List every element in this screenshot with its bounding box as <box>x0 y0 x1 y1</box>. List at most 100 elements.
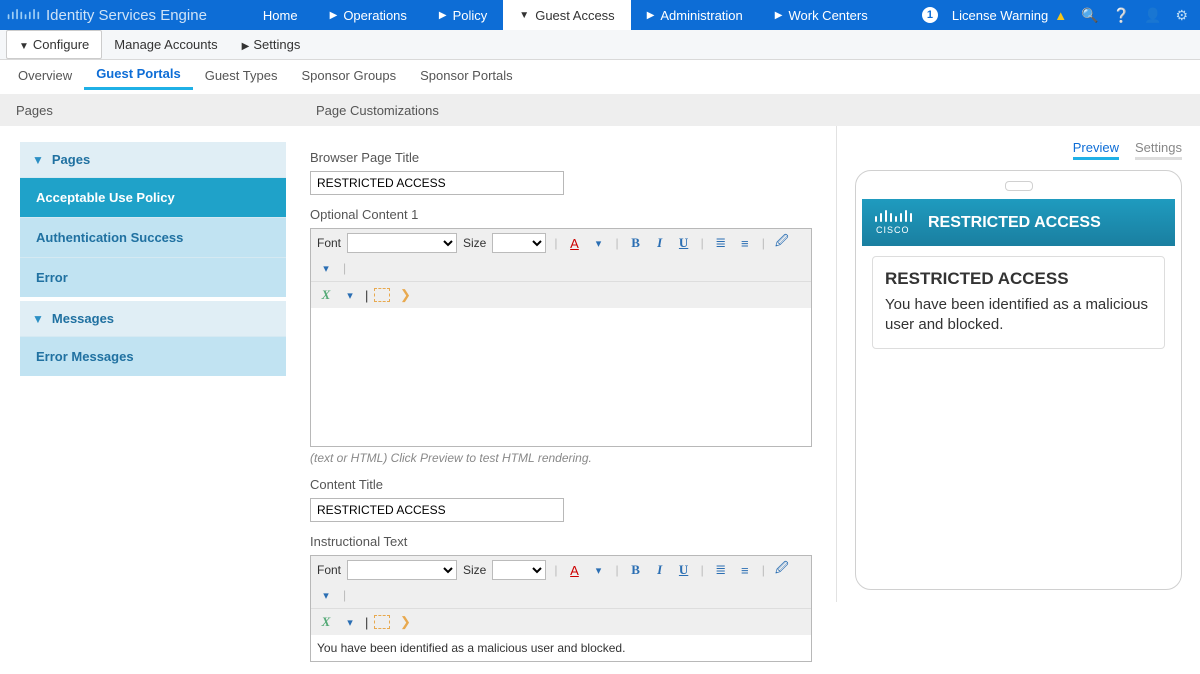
fullscreen-icon[interactable] <box>374 615 390 629</box>
editor-optional-content-1: Font Size | A▾ | B I U | ≣ ≡ | 🖉▾ | X▾ | <box>310 228 812 447</box>
label-font: Font <box>317 563 341 577</box>
hint-optional-1: (text or HTML) Click Preview to test HTM… <box>310 451 812 465</box>
editor-toolbar-2: X▾ | ❯ <box>311 281 811 308</box>
preview-pane: Preview Settings CISCO R <box>836 126 1200 602</box>
clear-format-icon[interactable]: X <box>317 613 335 631</box>
subnav-primary: ▼Configure Manage Accounts ▶Settings <box>0 30 1200 60</box>
link-icon[interactable]: 🖉 <box>773 561 791 579</box>
preview-card-title: RESTRICTED ACCESS <box>885 269 1152 289</box>
tab-guest-portals[interactable]: Guest Portals <box>84 60 193 90</box>
preview-card-body: You have been identified as a malicious … <box>885 295 1152 336</box>
caret-down-icon[interactable]: ▾ <box>341 286 359 304</box>
customization-form: Browser Page Title Optional Content 1 Fo… <box>286 126 836 674</box>
preview-card: RESTRICTED ACCESS You have been identifi… <box>872 256 1165 349</box>
select-size[interactable] <box>492 233 546 253</box>
nav-home[interactable]: Home <box>247 0 314 30</box>
caret-down-icon[interactable]: ▾ <box>341 613 359 631</box>
search-icon[interactable]: 🔍 <box>1081 7 1098 24</box>
caret-right-icon: ▶ <box>330 10 338 21</box>
unordered-list-icon[interactable]: ≣ <box>712 234 730 252</box>
help-icon[interactable]: ❔ <box>1113 7 1130 24</box>
editor-instructional-text: Font Size | A▾ | B I U | ≣ ≡ | 🖉▾ | X▾ | <box>310 555 812 662</box>
app-title: Identity Services Engine <box>46 7 207 24</box>
text-color-icon[interactable]: A <box>565 561 583 579</box>
nav-policy[interactable]: ▶Policy <box>423 0 503 30</box>
nav-guest-access[interactable]: ▼Guest Access <box>503 0 630 30</box>
clear-format-icon[interactable]: X <box>317 286 335 304</box>
italic-icon[interactable]: I <box>651 561 669 579</box>
subnav-secondary: Overview Guest Portals Guest Types Spons… <box>0 60 1200 90</box>
input-browser-title[interactable] <box>310 171 564 195</box>
subnav-configure[interactable]: ▼Configure <box>6 30 102 59</box>
label-browser-title: Browser Page Title <box>310 150 812 165</box>
select-font[interactable] <box>347 560 457 580</box>
license-warning[interactable]: License Warning▲ <box>952 8 1067 23</box>
subnav-settings[interactable]: ▶Settings <box>230 31 313 58</box>
tab-guest-types[interactable]: Guest Types <box>193 62 290 89</box>
label-size: Size <box>463 236 486 250</box>
left-sidebar: ▼Pages Acceptable Use Policy Authenticat… <box>0 126 286 392</box>
cisco-logo: CISCO <box>872 207 918 238</box>
nav-administration[interactable]: ▶Administration <box>631 0 759 30</box>
preview-banner-text: RESTRICTED ACCESS <box>928 214 1101 232</box>
fullscreen-icon[interactable] <box>374 288 390 302</box>
notification-badge[interactable]: 1 <box>922 7 938 23</box>
group-pages[interactable]: ▼Pages <box>20 142 286 177</box>
caret-right-icon: ▶ <box>775 10 783 21</box>
section-header-row: Pages Page Customizations <box>0 94 1200 126</box>
page-item-error-messages[interactable]: Error Messages <box>20 336 286 376</box>
page-item-authentication-success[interactable]: Authentication Success <box>20 217 286 257</box>
caret-down-icon[interactable]: ▾ <box>317 259 335 277</box>
select-size[interactable] <box>492 560 546 580</box>
bold-icon[interactable]: B <box>627 234 645 252</box>
phone-frame: CISCO RESTRICTED ACCESS RESTRICTED ACCES… <box>855 170 1182 590</box>
nav-work-centers[interactable]: ▶Work Centers <box>759 0 884 30</box>
caret-down-icon[interactable]: ▾ <box>589 234 607 252</box>
svg-text:CISCO: CISCO <box>876 225 910 235</box>
label-instructional-text: Instructional Text <box>310 534 812 549</box>
chevron-down-icon: ▼ <box>32 153 44 167</box>
subnav-manage-accounts[interactable]: Manage Accounts <box>102 31 229 58</box>
input-content-title[interactable] <box>310 498 564 522</box>
editor-body-optional-1[interactable] <box>311 308 811 446</box>
caret-down-icon: ▼ <box>19 41 29 52</box>
unordered-list-icon[interactable]: ≣ <box>712 561 730 579</box>
cisco-logo <box>6 5 40 25</box>
select-font[interactable] <box>347 233 457 253</box>
source-icon[interactable]: ❯ <box>396 286 414 304</box>
preview-tab-preview[interactable]: Preview <box>1073 140 1119 160</box>
editor-toolbar: Font Size | A▾ | B I U | ≣ ≡ | 🖉▾ | <box>311 556 811 608</box>
group-messages[interactable]: ▼Messages <box>20 301 286 336</box>
ordered-list-icon[interactable]: ≡ <box>736 234 754 252</box>
italic-icon[interactable]: I <box>651 234 669 252</box>
section-header-pages: Pages <box>0 103 300 118</box>
preview-tab-settings[interactable]: Settings <box>1135 140 1182 160</box>
page-item-error[interactable]: Error <box>20 257 286 297</box>
gear-icon[interactable]: ⚙ <box>1175 7 1188 24</box>
underline-icon[interactable]: U <box>675 561 693 579</box>
source-icon[interactable]: ❯ <box>396 613 414 631</box>
text-color-icon[interactable]: A <box>565 234 583 252</box>
label-font: Font <box>317 236 341 250</box>
tab-sponsor-portals[interactable]: Sponsor Portals <box>408 62 525 89</box>
label-content-title: Content Title <box>310 477 812 492</box>
chevron-down-icon: ▼ <box>32 312 44 326</box>
user-icon[interactable]: 👤 <box>1144 7 1161 24</box>
editor-body-instructional[interactable]: You have been identified as a malicious … <box>311 635 811 661</box>
caret-down-icon: ▼ <box>519 10 529 21</box>
ordered-list-icon[interactable]: ≡ <box>736 561 754 579</box>
nav-operations[interactable]: ▶Operations <box>314 0 423 30</box>
caret-right-icon: ▶ <box>242 41 250 52</box>
top-nav: Home ▶Operations ▶Policy ▼Guest Access ▶… <box>247 0 884 30</box>
bold-icon[interactable]: B <box>627 561 645 579</box>
caret-right-icon: ▶ <box>647 10 655 21</box>
tab-sponsor-groups[interactable]: Sponsor Groups <box>289 62 408 89</box>
tab-overview[interactable]: Overview <box>6 62 84 89</box>
underline-icon[interactable]: U <box>675 234 693 252</box>
caret-down-icon[interactable]: ▾ <box>589 561 607 579</box>
label-size: Size <box>463 563 486 577</box>
caret-down-icon[interactable]: ▾ <box>317 586 335 604</box>
caret-right-icon: ▶ <box>439 10 447 21</box>
page-item-acceptable-use-policy[interactable]: Acceptable Use Policy <box>20 177 286 217</box>
link-icon[interactable]: 🖉 <box>773 234 791 252</box>
